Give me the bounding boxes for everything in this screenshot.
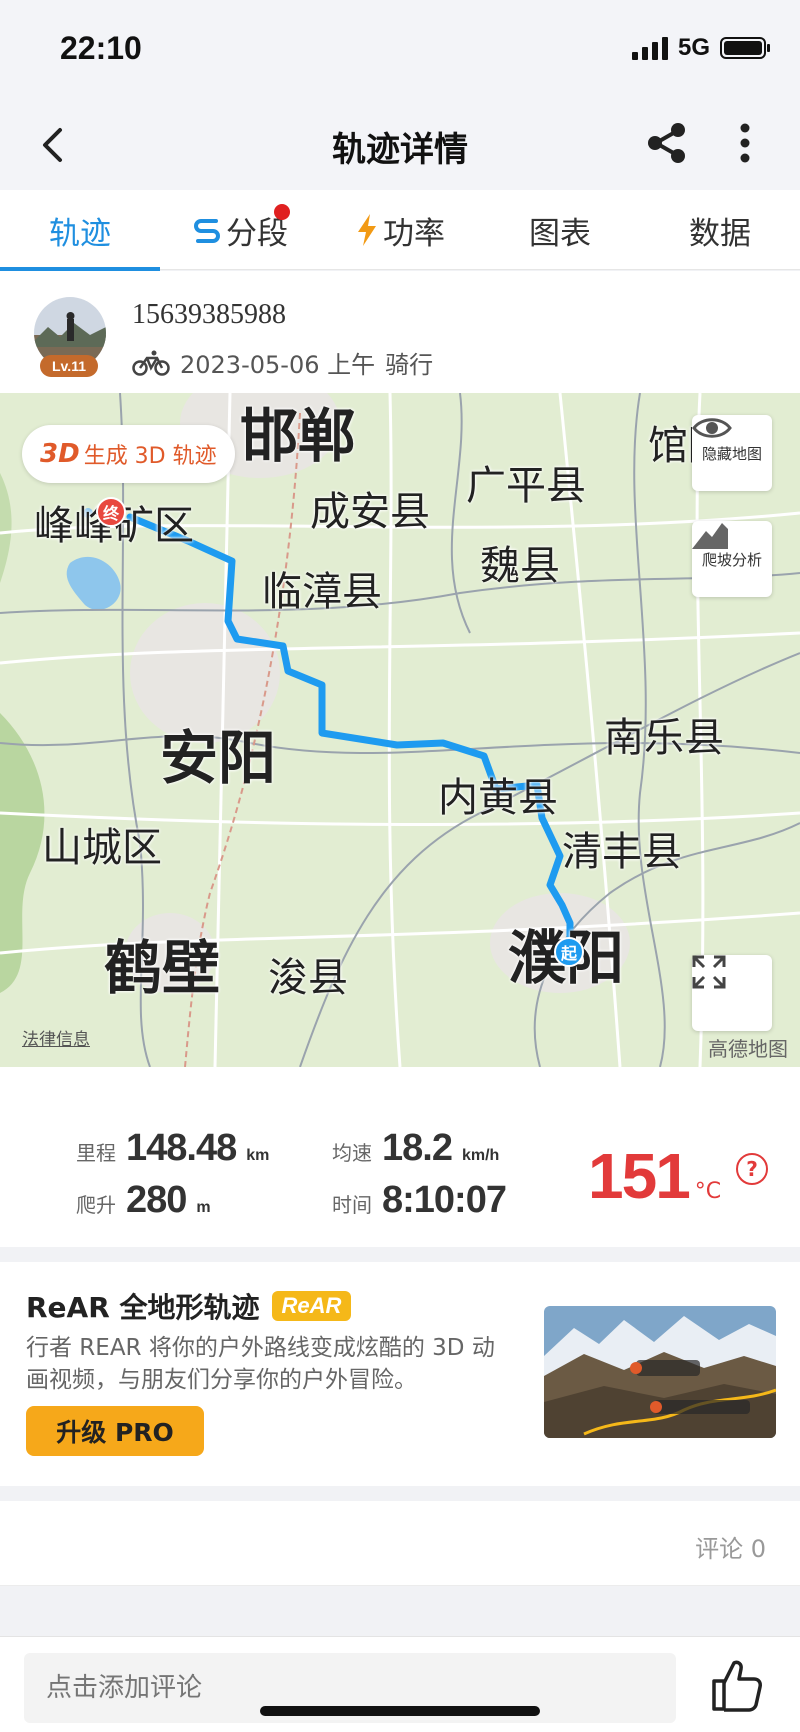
tab-label: 数据 [689, 215, 751, 252]
tab-label: 图表 [529, 215, 591, 252]
temperature: 151 °C [588, 1139, 721, 1213]
comment-count: 评论 0 [695, 1535, 766, 1563]
speed-stat: 均速 18.2 km/h [332, 1127, 499, 1170]
rear-promo-card: ReAR 全地形轨迹 ReAR 行者 REAR 将你的户外路线变成炫酷的 3D … [0, 1262, 800, 1486]
distance-unit: km [246, 1147, 270, 1164]
help-icon[interactable]: ? [736, 1153, 768, 1185]
tab-charts[interactable]: 图表 [480, 190, 640, 270]
level-badge: Lv.11 [40, 355, 98, 377]
hide-map-label: 隐藏地图 [701, 444, 762, 463]
status-time: 22:10 [60, 30, 142, 66]
comments-section: 评论 0 [0, 1501, 800, 1586]
legal-info-link[interactable]: 法律信息 [22, 1025, 90, 1050]
temperature-value: 151 [588, 1140, 691, 1212]
temperature-unit: °C [694, 1179, 722, 1204]
rear-badge: ReAR [271, 1291, 352, 1321]
nav-bar: 轨迹详情 [0, 100, 800, 190]
map-label: 内黄县 [438, 775, 558, 821]
3d-prefix: 3D [40, 439, 80, 469]
tab-data[interactable]: 数据 [640, 190, 800, 270]
promo-title-text: ReAR 全地形轨迹 [26, 1291, 260, 1324]
share-button[interactable] [642, 118, 692, 168]
map-label: 成安县 [310, 489, 430, 535]
activity-date: 2023-05-06 上午 [180, 351, 376, 379]
map-label: 安阳 [160, 724, 277, 792]
stats-panel: 里程 148.48 km 均速 18.2 km/h 爬升 280 m 时间 8:… [0, 1067, 800, 1247]
notification-dot [274, 204, 290, 220]
home-indicator [260, 1706, 540, 1716]
battery-icon [720, 37, 770, 59]
end-marker[interactable]: 终 [96, 497, 126, 527]
map-label: 邯郸 [240, 402, 357, 470]
map-label: 山城区 [42, 825, 162, 871]
map-label: 南乐县 [604, 715, 724, 761]
more-icon [740, 123, 750, 163]
mountain-icon [692, 523, 728, 549]
tab-track[interactable]: 轨迹 [0, 190, 160, 271]
distance-stat: 里程 148.48 km [76, 1127, 269, 1170]
upgrade-pro-button[interactable]: 升级 PRO [26, 1406, 204, 1456]
tab-segments[interactable]: 分段 [160, 190, 320, 270]
eye-icon [692, 418, 732, 438]
tab-label: 功率 [383, 215, 445, 252]
tab-label: 轨迹 [49, 215, 111, 252]
fullscreen-button[interactable] [692, 955, 772, 1031]
map-label: 鹤壁 [104, 934, 221, 1002]
climb-analysis-label: 爬坡分析 [701, 550, 762, 569]
tab-bar: 轨迹 分段 功率 图表 数据 [0, 190, 800, 271]
climb-stat: 爬升 280 m [76, 1179, 211, 1222]
bicycle-icon [132, 350, 170, 376]
promo-title: ReAR 全地形轨迹 ReAR [26, 1286, 352, 1326]
promo-description: 行者 REAR 将你的户外路线变成炫酷的 3D 动画视频，与朋友们分享你的户外冒… [26, 1335, 495, 1393]
activity-type: 骑行 [385, 351, 434, 379]
status-indicators: 5G [631, 34, 770, 62]
comment-bar [0, 1636, 800, 1732]
user-name[interactable]: 15639385988 [132, 299, 286, 331]
status-bar: 22:10 5G [0, 0, 800, 100]
map-label: 魏县 [480, 543, 560, 589]
more-button[interactable] [730, 118, 760, 168]
user-info: Lv.11 15639385988 2023-05-06 上午 骑行 [0, 271, 800, 393]
climb-value: 280 [126, 1179, 187, 1221]
promo-preview-image[interactable] [544, 1306, 776, 1438]
time-stat: 时间 8:10:07 [332, 1179, 507, 1222]
speed-label: 均速 [332, 1141, 372, 1165]
thumbs-up-icon [712, 1660, 762, 1712]
map-label: 浚县 [268, 955, 348, 1001]
tab-power[interactable]: 功率 [320, 190, 480, 270]
lightning-icon [358, 214, 376, 246]
speed-unit: km/h [461, 1147, 500, 1164]
hide-map-button[interactable]: 隐藏地图 [692, 415, 772, 491]
distance-label: 里程 [76, 1141, 116, 1165]
segment-icon [194, 219, 220, 243]
route-map[interactable]: 邯郸 馆陶县 广平县 成安县 峰峰矿区 临漳县 魏县 安阳 南乐县 内黄县 山城… [0, 393, 800, 1067]
time-value: 8:10:07 [382, 1179, 507, 1221]
generate-3d-button[interactable]: 3D 生成 3D 轨迹 [22, 425, 235, 483]
expand-icon [692, 955, 726, 989]
climb-analysis-button[interactable]: 爬坡分析 [692, 521, 772, 597]
start-marker[interactable]: 起 [554, 937, 584, 967]
activity-meta: 2023-05-06 上午 骑行 [132, 345, 433, 380]
distance-value: 148.48 [126, 1127, 237, 1169]
generate-3d-label: 生成 3D 轨迹 [83, 444, 217, 469]
time-label: 时间 [332, 1193, 372, 1217]
share-icon [648, 123, 685, 163]
map-label: 清丰县 [562, 829, 682, 875]
network-type: 5G [677, 34, 710, 61]
climb-label: 爬升 [76, 1193, 116, 1217]
map-provider-logo: 高德地图 [708, 1037, 788, 1061]
like-button[interactable] [708, 1655, 764, 1715]
speed-value: 18.2 [382, 1127, 453, 1169]
signal-icon [631, 36, 668, 60]
map-label: 广平县 [466, 463, 586, 509]
climb-unit: m [196, 1199, 211, 1216]
map-label: 临漳县 [262, 569, 382, 615]
